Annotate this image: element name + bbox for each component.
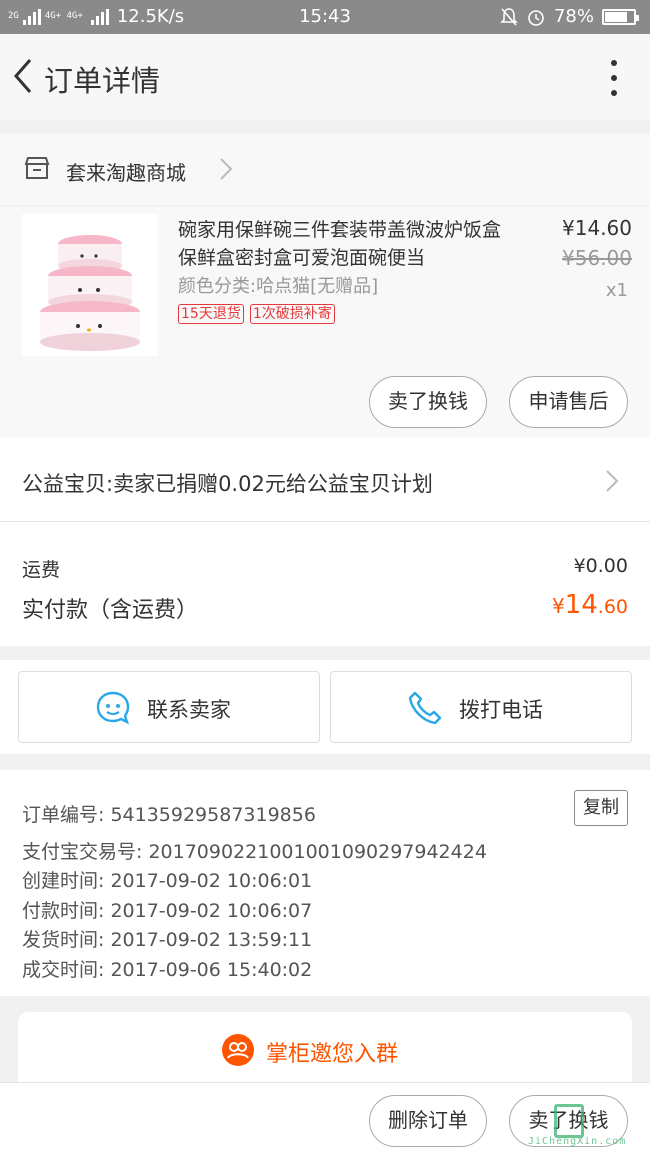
- watermark-logo-icon: [554, 1104, 584, 1138]
- shipping-label: 运费: [22, 559, 61, 581]
- product-card[interactable]: 碗家用保鲜碗三件套装带盖微波炉饭盒保鲜盒密封盒可爱泡面碗便当 颜色分类:哈点猫[…: [0, 206, 650, 438]
- back-icon[interactable]: [8, 54, 38, 98]
- delete-order-button[interactable]: 删除订单: [369, 1095, 487, 1147]
- order-info-section: 订单编号: 54135929587319856 复制 支付宝交易号: 20170…: [0, 770, 650, 996]
- battery-icon: [602, 8, 639, 25]
- product-price: ¥14.60: [562, 216, 632, 240]
- shipped-time: 发货时间: 2017-09-02 13:59:11: [22, 929, 313, 951]
- group-invite-card[interactable]: 掌柜邀您入群: [18, 1012, 632, 1092]
- chevron-right-icon: [220, 158, 233, 180]
- chat-icon: [96, 691, 130, 725]
- product-thumbnail[interactable]: [22, 214, 158, 356]
- phone-icon: [408, 691, 442, 725]
- product-sku: 颜色分类:哈点猫[无赠品]: [178, 276, 379, 297]
- original-price: ¥56.00: [562, 246, 632, 270]
- group-invite-label: 掌柜邀您入群: [266, 1042, 399, 1067]
- contact-section: 联系卖家 拨打电话: [0, 660, 650, 754]
- copy-button[interactable]: 复制: [574, 790, 628, 826]
- status-bar: 2G 4G+ 4G+ 12.5K/s 15:43 78%: [0, 0, 650, 34]
- page-title: 订单详情: [44, 64, 161, 98]
- paid-amount: ¥14.60: [552, 590, 628, 620]
- return-tag: 15天退货: [178, 304, 244, 324]
- chevron-right-icon: [606, 470, 619, 492]
- mute-icon: [500, 7, 518, 26]
- product-title[interactable]: 碗家用保鲜碗三件套装带盖微波炉饭盒保鲜盒密封盒可爱泡面碗便当: [178, 216, 518, 272]
- watermark-text: JiChengXin.com: [528, 1136, 627, 1147]
- site-watermark: JiChengXin.com: [528, 1100, 646, 1152]
- charity-row[interactable]: 公益宝贝:卖家已捐赠0.02元给公益宝贝计划: [0, 438, 650, 522]
- order-number: 订单编号: 54135929587319856: [22, 804, 316, 826]
- more-menu-icon[interactable]: [608, 60, 620, 96]
- paid-dec: .60: [597, 596, 628, 618]
- call-button[interactable]: 拨打电话: [330, 671, 632, 743]
- paid-int: 14: [564, 590, 598, 620]
- contact-seller-button[interactable]: 联系卖家: [18, 671, 320, 743]
- call-label: 拨打电话: [459, 698, 543, 722]
- paid-currency: ¥: [551, 594, 565, 618]
- shop-row[interactable]: 套来淘趣商城: [0, 134, 650, 206]
- alipay-number: 支付宝交易号: 2017090221001001090297942424: [22, 841, 487, 863]
- after-sale-button[interactable]: 申请售后: [509, 376, 628, 428]
- battery-percent: 78%: [553, 6, 594, 27]
- service-tags: 15天退货 1次破损补寄: [178, 304, 335, 324]
- status-right: 78%: [500, 6, 639, 27]
- nav-bar: 订单详情: [0, 34, 650, 120]
- product-quantity: x1: [605, 280, 628, 301]
- sell-button[interactable]: 卖了换钱: [369, 376, 487, 428]
- shop-name: 套来淘趣商城: [66, 161, 186, 185]
- shop-icon: [24, 157, 50, 179]
- paid-time: 付款时间: 2017-09-02 10:06:07: [22, 900, 313, 922]
- contact-seller-label: 联系卖家: [147, 698, 231, 722]
- completed-time: 成交时间: 2017-09-06 15:40:02: [22, 959, 313, 981]
- charity-text: 公益宝贝:卖家已捐赠0.02元给公益宝贝计划: [22, 472, 433, 496]
- damage-tag: 1次破损补寄: [249, 304, 335, 324]
- shipping-value: ¥0.00: [573, 555, 628, 577]
- created-time: 创建时间: 2017-09-02 10:06:01: [22, 870, 313, 892]
- fee-section: 运费 ¥0.00 实付款（含运费） ¥14.60: [0, 522, 650, 646]
- alarm-icon: [528, 9, 544, 26]
- group-icon: [222, 1034, 254, 1066]
- paid-label: 实付款（含运费）: [22, 598, 199, 623]
